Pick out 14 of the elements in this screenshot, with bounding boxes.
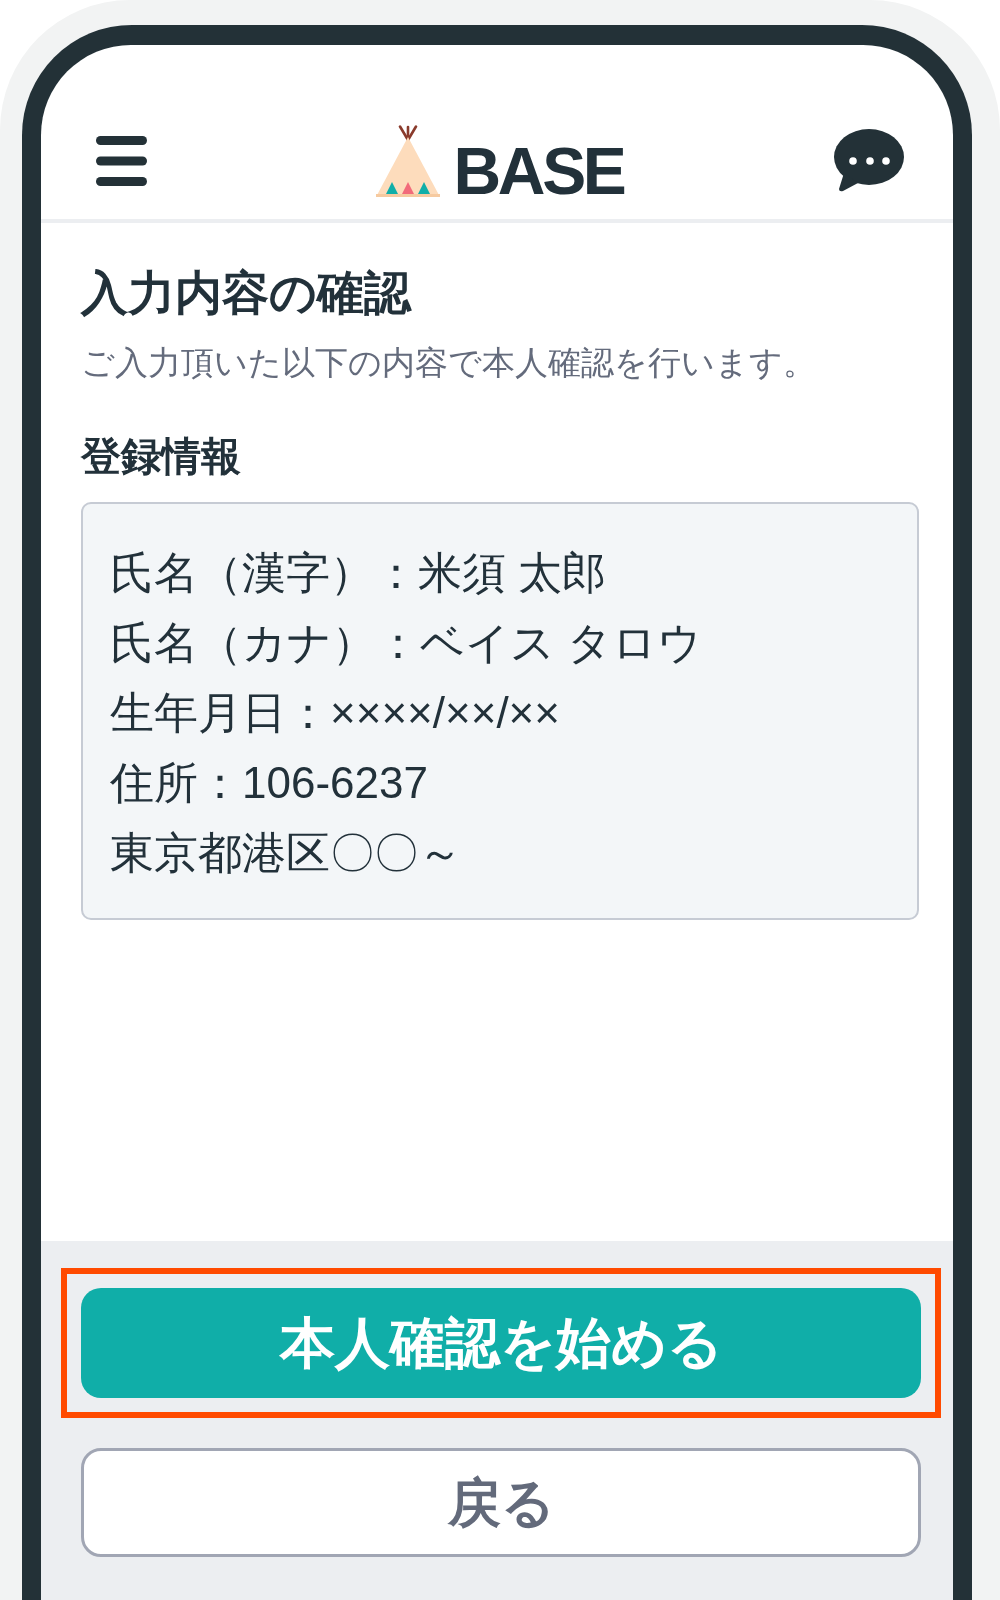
info-line: 氏名（漢字）：米須 太郎 bbox=[110, 547, 608, 599]
info-line: 生年月日：××××/××/×× bbox=[110, 687, 561, 739]
info-line: 東京都港区〇〇～ bbox=[110, 827, 463, 879]
back-button[interactable]: 戻る bbox=[81, 1448, 921, 1557]
page-title: 入力内容の確認 bbox=[81, 265, 413, 321]
tent-logo-icon bbox=[376, 125, 441, 197]
info-line: 住所：106-6237 bbox=[110, 757, 429, 809]
start-button[interactable]: 本人確認を始める bbox=[81, 1288, 921, 1398]
page-description: ご入力頂いた以下の内容で本人確認を行います。 bbox=[81, 343, 817, 383]
chat-icon[interactable] bbox=[834, 129, 904, 193]
section-heading: 登録情報 bbox=[81, 433, 242, 480]
logo-text: BASE bbox=[453, 145, 624, 197]
menu-icon[interactable] bbox=[96, 136, 147, 186]
info-line: 氏名（カナ）：ベイス タロウ bbox=[110, 617, 704, 669]
